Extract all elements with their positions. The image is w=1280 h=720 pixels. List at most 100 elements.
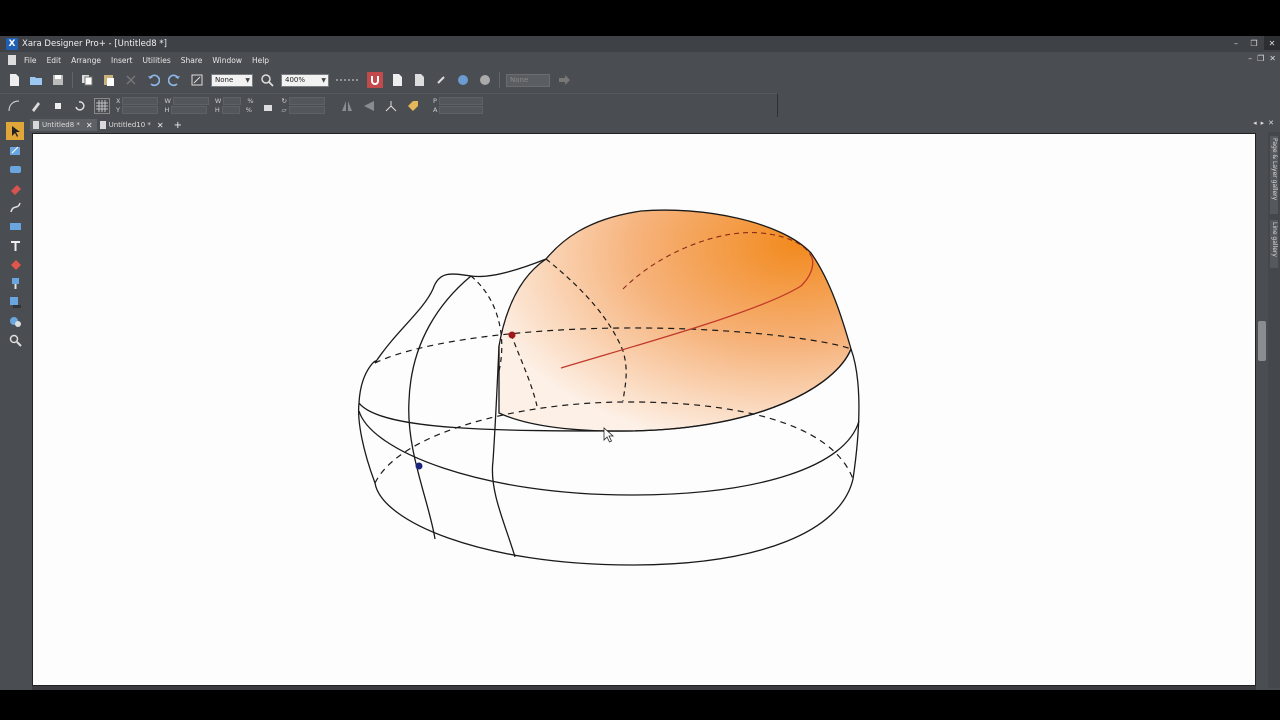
size-fields: W H xyxy=(158,96,209,114)
doc-restore-icon[interactable]: ❐ xyxy=(1257,54,1264,63)
line-style-icon[interactable] xyxy=(335,72,361,88)
flip-vertical-icon[interactable] xyxy=(361,98,377,114)
shape-editor-icon[interactable] xyxy=(6,141,24,159)
brush-icon[interactable] xyxy=(28,98,44,114)
tab-untitled10[interactable]: Untitled10 * ✕ xyxy=(97,119,168,131)
close-icon[interactable]: ✕ xyxy=(1264,36,1280,50)
app-icon: X xyxy=(6,38,18,50)
rectangle-icon[interactable] xyxy=(6,217,24,235)
position-fields: X Y xyxy=(110,97,159,114)
stop-icon[interactable] xyxy=(50,98,66,114)
vertical-scrollbar-thumb[interactable] xyxy=(1258,321,1266,361)
angle-field[interactable] xyxy=(288,97,325,105)
menu-arrange[interactable]: Arrange xyxy=(71,56,101,65)
minimize-icon[interactable]: – xyxy=(1228,36,1244,50)
curve-tool-icon[interactable] xyxy=(6,98,22,114)
fill-icon[interactable] xyxy=(6,255,24,273)
web-preview-icon[interactable] xyxy=(455,72,471,88)
feather-combo[interactable]: None ▼ xyxy=(211,73,253,87)
standard-toolbar: None ▼ 400% ▼ None xyxy=(0,68,640,92)
transform-icon[interactable] xyxy=(383,98,399,114)
menu-utilities[interactable]: Utilities xyxy=(143,56,171,65)
close-icon[interactable]: ✕ xyxy=(157,121,164,130)
angle-fields: ↻ ▱ xyxy=(276,97,325,114)
doc-close-icon[interactable]: ✕ xyxy=(1269,54,1276,63)
eraser-icon[interactable] xyxy=(6,179,24,197)
lock-aspect-icon[interactable] xyxy=(260,98,276,114)
export-icon[interactable] xyxy=(411,72,427,88)
a-field[interactable] xyxy=(439,106,484,114)
new-document-icon[interactable] xyxy=(6,72,22,88)
restore-icon[interactable]: ❐ xyxy=(1246,36,1262,50)
zoom-icon[interactable] xyxy=(6,331,24,349)
info-bar: X Y W H W% H% ↻ ▱ P A xyxy=(0,93,778,117)
document-icon xyxy=(33,121,39,129)
a-label: A xyxy=(432,105,438,114)
close-all-icon[interactable]: ✕ xyxy=(1268,119,1274,127)
transparency-icon[interactable] xyxy=(6,274,24,292)
menu-file[interactable]: File xyxy=(24,56,37,65)
rotate-angle-icon: ↻ xyxy=(281,96,287,105)
tag-icon[interactable] xyxy=(405,98,421,114)
delete-icon[interactable] xyxy=(123,72,139,88)
freehand-icon[interactable] xyxy=(6,198,24,216)
doc-minimize-icon[interactable]: – xyxy=(1248,54,1252,63)
text-icon[interactable] xyxy=(6,236,24,254)
toolbox xyxy=(6,122,28,362)
scale-fields: W% H% xyxy=(209,97,254,114)
x-field[interactable] xyxy=(122,97,159,105)
copy-icon[interactable] xyxy=(79,72,95,88)
tab-untitled8[interactable]: Untitled8 * ✕ xyxy=(30,119,97,131)
close-icon[interactable]: ✕ xyxy=(86,121,93,130)
shadow-icon[interactable] xyxy=(6,293,24,311)
h-label: H xyxy=(164,105,170,114)
toolbar-separator xyxy=(499,72,500,88)
flip-horizontal-icon[interactable] xyxy=(339,98,355,114)
zoom-to-fit-icon[interactable] xyxy=(189,72,205,88)
link-icon[interactable] xyxy=(433,72,449,88)
line-gallery-tab[interactable]: Line gallery xyxy=(1270,220,1278,268)
document-icon[interactable] xyxy=(8,55,16,65)
page-combo: None xyxy=(506,73,550,87)
page-layer-gallery-tab[interactable]: Page & Layer gallery xyxy=(1270,136,1278,214)
feather-value: None xyxy=(215,76,234,84)
meridian-2 xyxy=(470,275,503,372)
menu-edit[interactable]: Edit xyxy=(47,56,62,65)
h-field[interactable] xyxy=(171,106,208,114)
menu-window[interactable]: Window xyxy=(212,56,242,65)
scale-w-field[interactable] xyxy=(223,97,242,105)
p-field[interactable] xyxy=(438,97,483,105)
scale-h-field[interactable] xyxy=(221,106,240,114)
import-icon[interactable] xyxy=(389,72,405,88)
contour-icon[interactable] xyxy=(6,160,24,178)
scroll-left-icon[interactable]: ◂ xyxy=(1253,119,1257,127)
w2-label: W xyxy=(214,96,222,105)
grid-icon[interactable] xyxy=(94,97,110,114)
w-label: W xyxy=(164,96,171,105)
menu-share[interactable]: Share xyxy=(181,56,203,65)
rotate-icon[interactable] xyxy=(72,98,88,114)
bevel-icon[interactable] xyxy=(6,312,24,330)
save-icon[interactable] xyxy=(50,72,66,88)
gallery-label: Page & Layer gallery xyxy=(1271,138,1278,201)
snap-icon[interactable] xyxy=(367,72,383,88)
tab-label: Untitled10 * xyxy=(108,121,151,129)
redo-icon[interactable] xyxy=(167,72,183,88)
skew-field[interactable] xyxy=(288,106,325,114)
skew-icon: ▱ xyxy=(281,105,287,114)
zoom-magnifier-icon[interactable] xyxy=(259,72,275,88)
zoom-combo[interactable]: 400% ▼ xyxy=(281,73,329,87)
y-field[interactable] xyxy=(121,106,158,114)
w-field[interactable] xyxy=(172,97,209,105)
percent-label: % xyxy=(247,96,254,105)
scroll-right-icon[interactable]: ▸ xyxy=(1261,119,1265,127)
browser-preview-icon[interactable] xyxy=(477,72,493,88)
add-tab-icon[interactable]: + xyxy=(174,120,182,131)
selector-icon[interactable] xyxy=(6,122,24,140)
open-folder-icon[interactable] xyxy=(28,72,44,88)
undo-icon[interactable] xyxy=(145,72,161,88)
paste-icon[interactable] xyxy=(101,72,117,88)
menu-insert[interactable]: Insert xyxy=(111,56,133,65)
menu-help[interactable]: Help xyxy=(252,56,269,65)
drawing-canvas[interactable] xyxy=(32,133,1256,686)
